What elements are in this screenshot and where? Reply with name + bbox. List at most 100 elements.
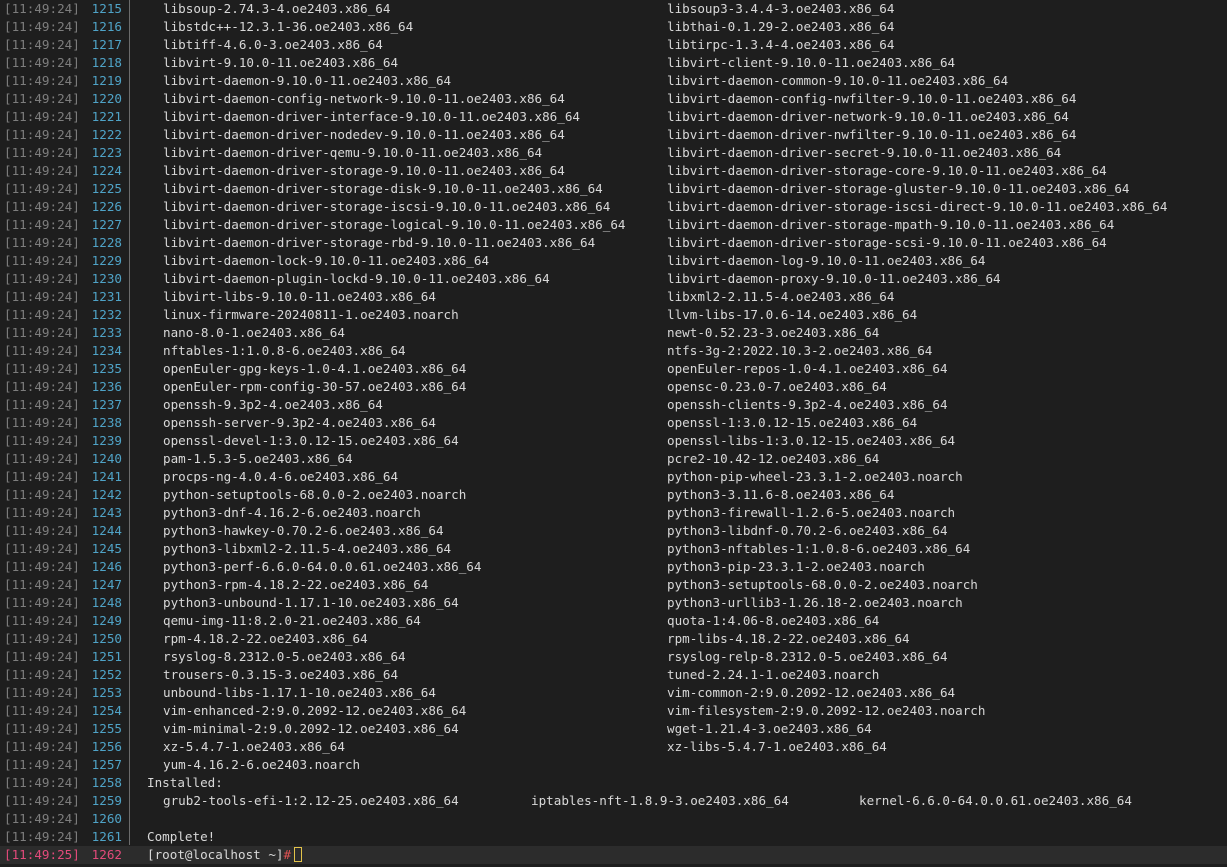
terminal-line: [11:49:24] 1215 libsoup-2.74.3-4.oe2403.x8… [0, 0, 1227, 18]
line-number: 1258 [91, 775, 122, 790]
line-number: 1257 [91, 757, 122, 772]
package-name: openEuler-repos-1.0-4.1.oe2403.x86_64 [667, 361, 948, 376]
package-name: libvirt-daemon-plugin-lockd-9.10.0-11.oe… [163, 271, 550, 286]
package-name: vim-filesystem-2:9.0.2092-12.oe2403.noar… [667, 703, 986, 718]
timestamp: [11:49:24] [4, 757, 80, 772]
timestamp: [11:49:24] [4, 253, 80, 268]
line-number: 1229 [91, 253, 122, 268]
timestamp: [11:49:24] [4, 271, 80, 286]
package-name: python3-libxml2-2.11.5-4.oe2403.x86_64 [163, 541, 452, 556]
line-number: 1223 [91, 145, 122, 160]
timestamp: [11:49:24] [4, 73, 80, 88]
timestamp: [11:49:24] [4, 793, 80, 808]
terminal-line: [11:49:24] 1227 libvirt-daemon-driver-stor… [0, 216, 1227, 234]
prompt-text: [root@localhost ~] [147, 847, 284, 862]
package-name: libtirpc-1.3.4-4.oe2403.x86_64 [667, 37, 895, 52]
timestamp: [11:49:24] [4, 343, 80, 358]
terminal-line: [11:49:24] 1244 python3-hawkey-0.70.2-6.oe… [0, 522, 1227, 540]
package-name: libvirt-daemon-driver-storage-iscsi-dire… [667, 199, 1168, 214]
package-name: newt-0.52.23-3.oe2403.x86_64 [667, 325, 880, 340]
timestamp: [11:49:24] [4, 667, 80, 682]
package-name: libvirt-daemon-driver-storage-9.10.0-11.… [163, 163, 565, 178]
line-number: 1241 [91, 469, 122, 484]
package-name: nano-8.0-1.oe2403.x86_64 [163, 325, 345, 340]
package-name: libvirt-daemon-driver-nwfilter-9.10.0-11… [667, 127, 1077, 142]
timestamp: [11:49:24] [4, 433, 80, 448]
timestamp: [11:49:24] [4, 469, 80, 484]
terminal-line: [11:49:24] 1246 python3-perf-6.6.0-64.0.0.… [0, 558, 1227, 576]
package-name: rpm-4.18.2-22.oe2403.x86_64 [163, 631, 368, 646]
timestamp: [11:49:24] [4, 685, 80, 700]
cursor-icon[interactable] [294, 847, 303, 862]
terminal-line: [11:49:24] 1259 grub2-tools-efi-1:2.12-25.… [0, 792, 1227, 810]
terminal-line: [11:49:24] 1242 python-setuptools-68.0.0-2… [0, 486, 1227, 504]
line-number: 1226 [91, 199, 122, 214]
line-number: 1255 [91, 721, 122, 736]
package-name: ntfs-3g-2:2022.10.3-2.oe2403.x86_64 [667, 343, 933, 358]
package-name: python-pip-wheel-23.3.1-2.oe2403.noarch [667, 469, 963, 484]
line-number: 1215 [91, 1, 122, 16]
package-name: libvirt-daemon-lock-9.10.0-11.oe2403.x86… [163, 253, 490, 268]
package-name: libsoup3-3.4.4-3.oe2403.x86_64 [667, 1, 895, 16]
timestamp: [11:49:24] [4, 289, 80, 304]
package-name: vim-common-2:9.0.2092-12.oe2403.x86_64 [667, 685, 956, 700]
package-name: openssh-clients-9.3p2-4.oe2403.x86_64 [667, 397, 948, 412]
package-name: libvirt-daemon-driver-storage-scsi-9.10.… [667, 235, 1107, 250]
complete-message: Complete! [147, 829, 216, 844]
prompt-line[interactable]: [11:49:25] 1262 [root@localhost ~]# [0, 846, 1227, 864]
line-number: 1246 [91, 559, 122, 574]
package-name: unbound-libs-1.17.1-10.oe2403.x86_64 [163, 685, 436, 700]
terminal-window[interactable]: [11:49:24] 1215 libsoup-2.74.3-4.oe2403.x8… [0, 0, 1227, 867]
terminal-line: [11:49:24] 1238 openssh-server-9.3p2-4.oe2… [0, 414, 1227, 432]
timestamp: [11:49:24] [4, 109, 80, 124]
line-number: 1240 [91, 451, 122, 466]
terminal-line: [11:49:24] 1254 vim-enhanced-2:9.0.2092-12… [0, 702, 1227, 720]
terminal-line: [11:49:24] 1247 python3-rpm-4.18.2-22.oe24… [0, 576, 1227, 594]
line-number: 1220 [91, 91, 122, 106]
package-name: iptables-nft-1.8.9-3.oe2403.x86_64 [531, 793, 789, 808]
package-name: python3-rpm-4.18.2-22.oe2403.x86_64 [163, 577, 429, 592]
terminal-line: [11:49:24] 1257 yum-4.16.2-6.oe2403.noarch [0, 756, 1227, 774]
line-number: 1237 [91, 397, 122, 412]
line-number: 1253 [91, 685, 122, 700]
package-name: python3-3.11.6-8.oe2403.x86_64 [667, 487, 895, 502]
package-name: libvirt-9.10.0-11.oe2403.x86_64 [163, 55, 399, 70]
package-name: vim-minimal-2:9.0.2092-12.oe2403.x86_64 [163, 721, 459, 736]
terminal-line: [11:49:24] 1261 Complete! [0, 828, 1227, 846]
terminal-line: [11:49:24] 1239 openssl-devel-1:3.0.12-15.… [0, 432, 1227, 450]
shell-prompt[interactable]: [root@localhost ~]# [147, 846, 303, 864]
line-number: 1232 [91, 307, 122, 322]
package-name: libsoup-2.74.3-4.oe2403.x86_64 [163, 1, 391, 16]
line-number: 1235 [91, 361, 122, 376]
line-number: 1245 [91, 541, 122, 556]
line-number: 1219 [91, 73, 122, 88]
package-name: libvirt-daemon-driver-interface-9.10.0-1… [163, 109, 581, 124]
package-name: rsyslog-8.2312.0-5.oe2403.x86_64 [163, 649, 406, 664]
terminal-line: [11:49:24] 1251 rsyslog-8.2312.0-5.oe2403.… [0, 648, 1227, 666]
package-name: python3-setuptools-68.0.0-2.oe2403.noarc… [667, 577, 978, 592]
terminal-line: [11:49:24] 1240 pam-1.5.3-5.oe2403.x86_64 p… [0, 450, 1227, 468]
package-name: rsyslog-relp-8.2312.0-5.oe2403.x86_64 [667, 649, 948, 664]
package-name: libvirt-daemon-config-network-9.10.0-11.… [163, 91, 565, 106]
package-name: libvirt-daemon-driver-storage-mpath-9.10… [667, 217, 1115, 232]
timestamp: [11:49:24] [4, 19, 80, 34]
package-name: python3-libdnf-0.70.2-6.oe2403.x86_64 [667, 523, 948, 538]
terminal-line: [11:49:24] 1249 qemu-img-11:8.2.0-21.oe240… [0, 612, 1227, 630]
terminal-line: [11:49:24] 1229 libvirt-daemon-lock-9.10.0… [0, 252, 1227, 270]
package-name: openssl-devel-1:3.0.12-15.oe2403.x86_64 [163, 433, 459, 448]
package-name: openssh-9.3p2-4.oe2403.x86_64 [163, 397, 383, 412]
line-number: 1233 [91, 325, 122, 340]
timestamp: [11:49:24] [4, 505, 80, 520]
package-name: python3-perf-6.6.0-64.0.0.61.oe2403.x86_… [163, 559, 482, 574]
timestamp: [11:49:24] [4, 55, 80, 70]
terminal-line: [11:49:24] 1218 libvirt-9.10.0-11.oe2403.x… [0, 54, 1227, 72]
package-name: pcre2-10.42-12.oe2403.x86_64 [667, 451, 880, 466]
package-name: libvirt-daemon-9.10.0-11.oe2403.x86_64 [163, 73, 452, 88]
package-name: quota-1:4.06-8.oe2403.x86_64 [667, 613, 880, 628]
package-name: xz-5.4.7-1.oe2403.x86_64 [163, 739, 345, 754]
terminal-line: [11:49:24] 1235 openEuler-gpg-keys-1.0-4.1… [0, 360, 1227, 378]
timestamp: [11:49:24] [4, 235, 80, 250]
timestamp: [11:49:24] [4, 739, 80, 754]
terminal-line: [11:49:24] 1255 vim-minimal-2:9.0.2092-12.… [0, 720, 1227, 738]
package-name: libvirt-libs-9.10.0-11.oe2403.x86_64 [163, 289, 436, 304]
